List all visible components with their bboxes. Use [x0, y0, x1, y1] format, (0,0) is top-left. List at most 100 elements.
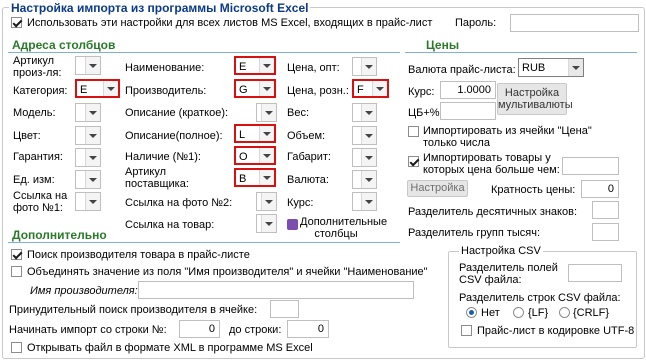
- category-select[interactable]: E: [75, 79, 120, 98]
- csv-row-sep-none-label: Нет: [481, 307, 500, 319]
- model-select[interactable]: [75, 103, 101, 122]
- open-xml-label: Открывать файл в формате XML в программе…: [27, 342, 313, 354]
- csv-row-separator-label: Разделитель строк CSV файла:: [459, 292, 621, 304]
- rate-column-select[interactable]: [352, 192, 377, 211]
- full-description-label: Описание(полное):: [125, 130, 223, 142]
- manufacturer-select[interactable]: G: [234, 79, 276, 98]
- price-multiplicity-label: Кратность цены:: [491, 184, 576, 196]
- find-manufacturer-label: Поиск производителя товара в прайс-листе: [27, 249, 250, 261]
- find-manufacturer-checkbox[interactable]: [11, 249, 22, 260]
- dropdown-arrow-icon[interactable]: [361, 193, 376, 210]
- merge-name-checkbox[interactable]: [11, 266, 22, 277]
- columns-header-divider: [8, 52, 400, 53]
- dimensions-label: Габарит:: [287, 151, 331, 163]
- name-select[interactable]: E: [234, 56, 276, 75]
- decimal-separator-input[interactable]: [592, 201, 619, 219]
- volume-select[interactable]: [352, 126, 377, 145]
- availability-select[interactable]: O: [234, 146, 276, 165]
- end-row-input[interactable]: 0: [287, 320, 329, 338]
- manufacturer-name-input[interactable]: [138, 281, 414, 299]
- password-input[interactable]: [510, 14, 639, 32]
- dropdown-arrow-icon[interactable]: [261, 104, 276, 121]
- csv-utf8-checkbox[interactable]: [461, 325, 472, 336]
- price-currency-select[interactable]: RUB: [518, 58, 584, 77]
- photo2-link-label: Ссылка на фото №2:: [125, 197, 233, 209]
- cb-percent-input[interactable]: [440, 102, 496, 120]
- forced-search-input[interactable]: [270, 300, 299, 318]
- csv-field-separator-label: Разделитель полей CSV файла:: [459, 262, 558, 286]
- extra-columns-link[interactable]: Дополнительные столбцы: [300, 216, 387, 240]
- product-link-select[interactable]: [256, 214, 277, 233]
- csv-row-sep-lf-label: {LF}: [528, 307, 549, 319]
- photo1-link-label: Ссылка на фото №1:: [13, 190, 68, 214]
- prices-header-divider: [405, 52, 637, 53]
- dropdown-arrow-icon[interactable]: [85, 171, 100, 188]
- unit-label: Ед. изм:: [13, 174, 55, 186]
- import-from-price-cell-label: Импортировать из ячейки "Цена" только чи…: [423, 125, 592, 149]
- start-row-label: Начинать импорт со строки №:: [9, 324, 167, 336]
- weight-select[interactable]: [352, 103, 377, 122]
- start-row-input[interactable]: 0: [179, 320, 220, 338]
- photo1-link-select[interactable]: [75, 192, 101, 211]
- cb-percent-label: ЦБ+%: [408, 107, 440, 119]
- price-settings-button[interactable]: Настройка: [407, 180, 468, 197]
- weight-label: Вес:: [287, 107, 310, 119]
- unit-select[interactable]: [75, 170, 101, 189]
- csv-row-sep-none-radio[interactable]: [466, 307, 477, 318]
- import-above-price-label: Импортировать товары у которых цена боль…: [423, 152, 560, 176]
- csv-row-sep-crlf-label: {CRLF}: [573, 307, 610, 319]
- color-label: Цвет:: [13, 130, 41, 142]
- dropdown-arrow-icon[interactable]: [85, 127, 100, 144]
- dropdown-arrow-icon[interactable]: [361, 149, 376, 166]
- dropdown-arrow-icon[interactable]: [361, 127, 376, 144]
- currency-column-select[interactable]: [352, 170, 377, 189]
- extra-columns-icon[interactable]: [287, 219, 298, 230]
- columns-header: Адреса столбцов: [12, 38, 116, 52]
- supplier-article-select[interactable]: B: [234, 168, 276, 187]
- extra-header: Дополнительно: [12, 228, 107, 242]
- price-multiplicity-input[interactable]: 0: [581, 180, 619, 198]
- warranty-select[interactable]: [75, 148, 101, 167]
- dimensions-select[interactable]: [352, 148, 377, 167]
- name-label: Наименование:: [125, 62, 205, 74]
- dropdown-arrow-icon[interactable]: [361, 58, 376, 75]
- dropdown-arrow-icon[interactable]: [261, 193, 276, 210]
- forced-search-label: Принудительный поиск производителя в яче…: [9, 304, 258, 316]
- dropdown-arrow-icon[interactable]: [261, 215, 276, 232]
- dropdown-arrow-icon[interactable]: [361, 104, 376, 121]
- dropdown-arrow-icon[interactable]: [85, 57, 100, 74]
- full-description-select[interactable]: L: [234, 124, 276, 143]
- dropdown-arrow-icon[interactable]: [85, 193, 100, 210]
- wholesale-price-select[interactable]: [352, 57, 377, 76]
- dropdown-arrow-icon[interactable]: [361, 171, 376, 188]
- rate-column-label: Курс:: [287, 197, 314, 209]
- photo2-link-select[interactable]: [256, 192, 277, 211]
- import-from-price-cell-checkbox[interactable]: [408, 126, 419, 137]
- open-xml-checkbox[interactable]: [11, 342, 22, 353]
- manufacturer-label: Производитель:: [125, 85, 207, 97]
- import-above-price-checkbox[interactable]: [408, 156, 419, 167]
- csv-row-sep-lf-radio[interactable]: [513, 307, 524, 318]
- retail-price-select[interactable]: F: [352, 79, 389, 98]
- extra-header-divider: [8, 242, 400, 243]
- group-separator-input[interactable]: [592, 223, 619, 241]
- use-all-sheets-checkbox[interactable]: [11, 17, 22, 28]
- color-select[interactable]: [75, 126, 101, 145]
- vendor-article-select[interactable]: [75, 56, 101, 75]
- csv-field-separator-input[interactable]: [568, 264, 622, 282]
- csv-row-sep-crlf-radio[interactable]: [559, 307, 570, 318]
- import-above-price-input[interactable]: [562, 157, 619, 175]
- csv-utf8-label: Прайс-лист в кодировке UTF-8: [477, 325, 635, 337]
- volume-label: Объем:: [287, 130, 326, 142]
- multicurrency-button[interactable]: Настройка мультивалюты: [497, 83, 573, 115]
- dropdown-arrow-icon[interactable]: [85, 149, 100, 166]
- vendor-article-label: Артикул произ-ля:: [13, 55, 62, 79]
- decimal-separator-label: Разделитель десятичных знаков:: [408, 206, 578, 218]
- product-link-label: Ссылка на товар:: [125, 219, 215, 231]
- use-all-sheets-label: Использовать эти настройки для всех лист…: [27, 17, 433, 29]
- merge-name-label: Объединять значение из поля "Имя произво…: [27, 266, 428, 278]
- retail-price-label: Цена, розн.:: [287, 85, 349, 97]
- rate-input[interactable]: 1.0000: [440, 81, 496, 99]
- dropdown-arrow-icon[interactable]: [85, 104, 100, 121]
- short-description-select[interactable]: [256, 103, 277, 122]
